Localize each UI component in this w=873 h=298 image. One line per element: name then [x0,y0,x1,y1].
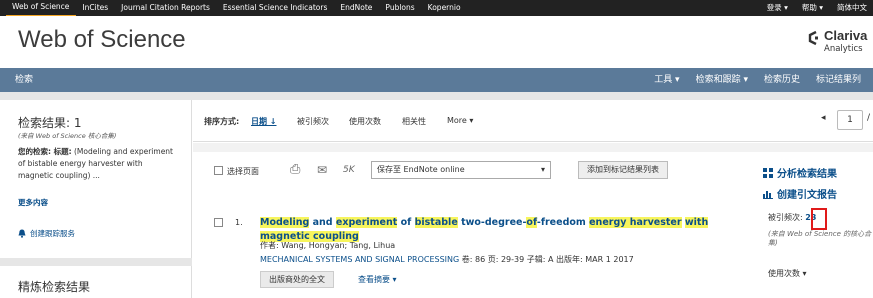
journal-link[interactable]: MECHANICAL SYSTEMS AND SIGNAL PROCESSING [260,255,459,264]
nav-link-jcr[interactable]: Journal Citation Reports [115,0,217,16]
search-tab[interactable]: 检索 [15,68,33,92]
product-title[interactable]: Web of Science [18,26,186,54]
sort-bar: 排序方式: 日期 ↓ 被引频次 使用次数 相关性 More ▾ ◂ 1 / [193,100,873,142]
refine-results-title: 精炼检索结果 [18,280,91,294]
highlight-box [811,208,827,230]
search-alerts-menu[interactable]: 检索和跟踪 ▾ [688,68,756,92]
clarivate-sub: Analytics [824,44,863,54]
analyze-results-link[interactable]: 分析检索结果 [763,165,837,180]
language-menu[interactable]: 简体中文 [837,0,867,16]
result-record: 1. Modeling and experiment of bistable t… [193,200,873,298]
more-link[interactable]: 更多内容 [18,197,48,208]
sort-more[interactable]: More ▾ [447,116,473,125]
record-index: 1. [235,218,243,227]
add-to-marked-list-button[interactable]: 添加到标记结果列表 [578,161,668,179]
record-authors: 作者: Wang, Hongyan; Tang, Lihua [260,241,396,250]
title-segment: Modeling [260,217,310,228]
nav-link-web-of-science[interactable]: Web of Science [6,0,77,17]
bell-icon [18,229,26,238]
account-links: 登录 ▾ 帮助 ▾ 简体中文 [767,0,867,16]
select-page-label: 选择页面 [227,167,259,176]
five-k-icon[interactable]: 5K [343,165,355,175]
search-history-link[interactable]: 检索历史 [756,68,808,92]
page-number-input[interactable]: 1 [837,110,863,130]
times-cited-source: (来自 Web of Science 的核心合集) [768,230,872,247]
email-icon[interactable]: ✉ [317,163,327,177]
times-cited-label: 被引频次: [768,213,803,222]
section-gap [193,143,873,152]
sort-relevance[interactable]: 相关性 [402,116,426,127]
record-checkbox[interactable] [214,218,223,227]
title-segment: of [526,217,537,228]
band-divider [0,92,873,100]
search-query-summary: 您的检索: 标题: (Modeling and experiment of bi… [18,146,178,182]
times-cited: 被引频次: 23 [768,208,873,230]
title-segment: two-degree- [457,217,527,228]
product-links: Web of Science InCites Journal Citation … [6,0,468,17]
save-to-value: 保存至 EndNote online [377,165,465,174]
results-toolbar: 选择页面 ⎙ ✉ 5K 保存至 EndNote online ▾ 添加到标记结果… [193,152,873,201]
nav-link-endnote[interactable]: EndNote [334,0,379,16]
login-menu[interactable]: 登录 ▾ [767,0,788,16]
left-sidebar: 检索结果: 1 (来自 Web of Science 核心合集) 您的检索: 标… [0,100,192,298]
title-segment: of [397,217,415,228]
sort-times-cited[interactable]: 被引频次 [297,116,329,127]
page-separator: / [867,113,871,123]
results-source: (来自 Web of Science 核心合集) [18,132,117,140]
view-abstract-link[interactable]: 查看摘要 ▾ [358,274,397,285]
citation-report-link[interactable]: 创建引文报告 [763,186,837,201]
full-text-button[interactable]: 出版商处的全文 [260,271,334,288]
marked-list-link[interactable]: 标记结果列 [808,68,869,92]
clarivate-mark-icon [808,30,818,46]
clarivate-name: Clariva [824,28,868,43]
page-prev-button[interactable]: ◂ [821,113,826,123]
query-label: 您的检索: 标题: [18,147,72,156]
analyze-label: 分析检索结果 [777,169,837,180]
search-menu: 工具 ▾ 检索和跟踪 ▾ 检索历史 标记结果列 [646,68,869,92]
print-icon[interactable]: ⎙ [290,162,300,177]
sort-label: 排序方式: [204,117,240,126]
title-segment: -freedom [536,217,590,228]
sort-date[interactable]: 日期 ↓ [251,116,277,127]
create-alert-link[interactable]: 创建跟踪服务 [18,228,75,239]
sort-usage[interactable]: 使用次数 [349,116,381,127]
results-count-title: 检索结果: 1 [18,116,82,130]
sidebar-divider [0,258,192,266]
title-segment: bistable [414,217,458,228]
title-segment: and [309,217,336,228]
title-segment: experiment [335,217,398,228]
top-product-nav: Web of Science InCites Journal Citation … [0,0,873,17]
brand-bar: Web of Science Clariva Analytics [0,16,873,68]
bar-chart-icon [763,190,773,199]
help-menu[interactable]: 帮助 ▾ [802,0,823,16]
results-pane: 排序方式: 日期 ↓ 被引频次 使用次数 相关性 More ▾ ◂ 1 / 选择… [193,100,873,298]
usage-count-menu[interactable]: 使用次数 ▾ [768,268,807,279]
analyze-icon [763,167,773,178]
search-toolbar: 检索 工具 ▾ 检索和跟踪 ▾ 检索历史 标记结果列 [0,68,873,92]
nav-link-publons[interactable]: Publons [379,0,421,16]
citation-report-label: 创建引文报告 [777,190,837,201]
record-details: 卷: 86 页: 29-39 子辑: A 出版年: MAR 1 2017 [461,255,634,264]
record-source: MECHANICAL SYSTEMS AND SIGNAL PROCESSING… [260,254,634,265]
save-to-select[interactable]: 保存至 EndNote online ▾ [371,161,551,179]
nav-link-esi[interactable]: Essential Science Indicators [217,0,335,16]
chevron-down-icon: ▾ [540,165,545,174]
nav-link-incites[interactable]: InCites [76,0,115,16]
tools-menu[interactable]: 工具 ▾ [646,68,687,92]
create-alert-label: 创建跟踪服务 [30,229,75,238]
nav-link-kopernio[interactable]: Kopernio [422,0,468,16]
title-segment: energy harvester [589,217,682,228]
select-page-checkbox[interactable] [214,166,223,175]
